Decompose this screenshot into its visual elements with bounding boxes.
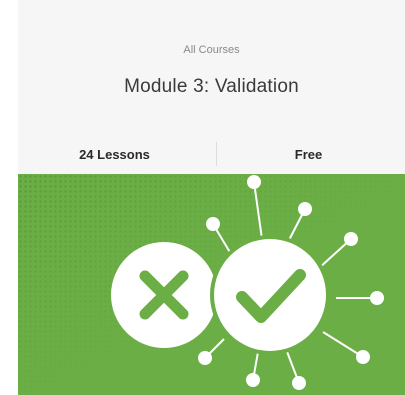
- lessons-count: 24 Lessons: [79, 147, 150, 162]
- price-label: Free: [294, 147, 323, 162]
- course-stats: 24 Lessons Free: [18, 140, 405, 170]
- course-banner-image[interactable]: [18, 174, 405, 395]
- course-title[interactable]: Module 3: Validation: [18, 76, 405, 98]
- course-card[interactable]: All Courses Module 3: Validation 24 Less…: [18, 0, 405, 395]
- cross-icon: [111, 242, 217, 348]
- checkmark-icon: [210, 235, 330, 355]
- course-header: All Courses Module 3: Validation: [18, 0, 405, 120]
- breadcrumb-all-courses[interactable]: All Courses: [18, 44, 405, 56]
